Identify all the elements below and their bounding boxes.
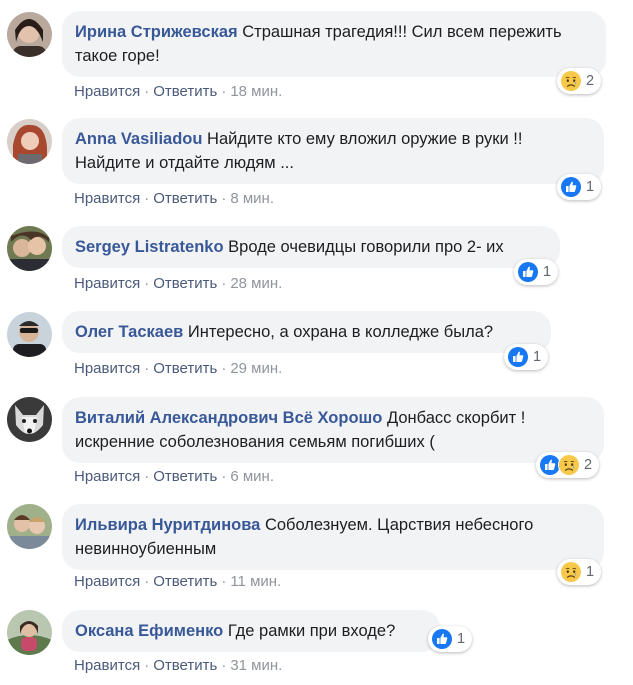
separator: ·	[144, 657, 150, 674]
comment-actions: Нравится · Ответить · 29 мин.	[74, 360, 282, 377]
avatar[interactable]	[7, 312, 52, 357]
comment-author[interactable]: Оксана Ефименко	[75, 622, 223, 640]
comment-author[interactable]: Sergey Listratenko	[75, 238, 224, 256]
like-link[interactable]: Нравится	[74, 360, 140, 377]
avatar[interactable]	[7, 504, 52, 549]
comment-timestamp[interactable]: 6 мин.	[230, 468, 274, 485]
separator: ·	[221, 275, 227, 292]
reaction-count: 1	[457, 631, 466, 647]
comment-author[interactable]: Anna Vasiliadou	[75, 130, 202, 148]
avatar[interactable]	[7, 119, 52, 164]
like-link[interactable]: Нравится	[74, 573, 140, 590]
reaction-summary[interactable]: 1	[504, 344, 549, 370]
comment-bubble: Ирина Стрижевская Страшная трагедия!!! С…	[62, 11, 606, 77]
comment-bubble: Виталий Александрович Всё Хорошо Донбасс…	[62, 397, 604, 463]
separator: ·	[221, 657, 227, 674]
comment-timestamp[interactable]: 8 мин.	[230, 190, 274, 207]
reaction-count: 1	[586, 564, 595, 580]
comment-bubble: Оксана Ефименко Где рамки при входе?	[62, 610, 440, 652]
like-link[interactable]: Нравится	[74, 190, 140, 207]
comment-timestamp[interactable]: 31 мин.	[230, 657, 282, 674]
reaction-count: 1	[543, 264, 552, 280]
comment-author[interactable]: Олег Таскаев	[75, 323, 183, 341]
reply-link[interactable]: Ответить	[153, 360, 217, 377]
comment-bubble: Олег Таскаев Интересно, а охрана в колле…	[62, 311, 551, 353]
like-link[interactable]: Нравится	[74, 468, 140, 485]
comment-bubble: Ильвира Нуритдинова Соболезнуем. Царстви…	[62, 504, 604, 570]
separator: ·	[221, 83, 227, 100]
separator: ·	[221, 190, 227, 207]
reaction-summary[interactable]: 2	[536, 452, 600, 478]
like-icon	[560, 176, 582, 198]
comment-author[interactable]: Виталий Александрович Всё Хорошо	[75, 409, 382, 427]
comment-bubble: Anna Vasiliadou Найдите кто ему вложил о…	[62, 118, 604, 184]
separator: ·	[144, 190, 150, 207]
avatar[interactable]	[7, 397, 52, 442]
separator: ·	[221, 360, 227, 377]
reaction-count: 2	[584, 457, 593, 473]
comment-timestamp[interactable]: 18 мин.	[230, 83, 282, 100]
comment-bubble: Sergey Listratenko Вроде очевидцы говори…	[62, 226, 560, 268]
reaction-count: 1	[586, 179, 595, 195]
comment-author[interactable]: Ирина Стрижевская	[75, 23, 238, 41]
like-link[interactable]: Нравится	[74, 275, 140, 292]
reaction-summary[interactable]: 1	[514, 259, 559, 285]
reaction-count: 1	[533, 349, 542, 365]
sad-icon	[560, 70, 582, 92]
avatar[interactable]	[7, 226, 52, 271]
comment-actions: Нравится · Ответить · 31 мин.	[74, 657, 282, 674]
separator: ·	[221, 468, 227, 485]
like-link[interactable]: Нравится	[74, 83, 140, 100]
like-link[interactable]: Нравится	[74, 657, 140, 674]
comment-text: Вроде очевидцы говорили про 2- их	[228, 238, 504, 256]
reply-link[interactable]: Ответить	[153, 657, 217, 674]
reply-link[interactable]: Ответить	[153, 190, 217, 207]
reaction-summary[interactable]: 1	[428, 626, 473, 652]
avatar[interactable]	[7, 12, 52, 57]
reply-link[interactable]: Ответить	[153, 573, 217, 590]
reaction-count: 2	[586, 73, 595, 89]
separator: ·	[144, 275, 150, 292]
sad-icon	[558, 454, 580, 476]
sad-icon	[560, 561, 582, 583]
like-icon	[507, 346, 529, 368]
comment-timestamp[interactable]: 28 мин.	[230, 275, 282, 292]
reply-link[interactable]: Ответить	[153, 275, 217, 292]
comment-actions: Нравится · Ответить · 11 мин.	[74, 573, 281, 590]
comment-author[interactable]: Ильвира Нуритдинова	[75, 516, 260, 534]
comment-text: Где рамки при входе?	[227, 622, 396, 640]
comment-actions: Нравится · Ответить · 18 мин.	[74, 83, 282, 100]
like-icon	[517, 261, 539, 283]
like-icon	[431, 628, 453, 650]
comment-actions: Нравится · Ответить · 8 мин.	[74, 190, 274, 207]
separator: ·	[144, 573, 150, 590]
comment-text: Интересно, а охрана в колледже была?	[187, 323, 494, 341]
separator: ·	[144, 360, 150, 377]
reaction-summary[interactable]: 2	[557, 68, 602, 94]
reaction-summary[interactable]: 1	[557, 174, 602, 200]
reply-link[interactable]: Ответить	[153, 83, 217, 100]
separator: ·	[144, 83, 150, 100]
comment-timestamp[interactable]: 29 мин.	[230, 360, 282, 377]
separator: ·	[144, 468, 150, 485]
comment-actions: Нравится · Ответить · 6 мин.	[74, 468, 274, 485]
reaction-summary[interactable]: 1	[557, 559, 602, 585]
avatar[interactable]	[7, 610, 52, 655]
comment-timestamp[interactable]: 11 мин.	[230, 573, 281, 590]
comment-actions: Нравится · Ответить · 28 мин.	[74, 275, 282, 292]
reply-link[interactable]: Ответить	[153, 468, 217, 485]
separator: ·	[221, 573, 227, 590]
